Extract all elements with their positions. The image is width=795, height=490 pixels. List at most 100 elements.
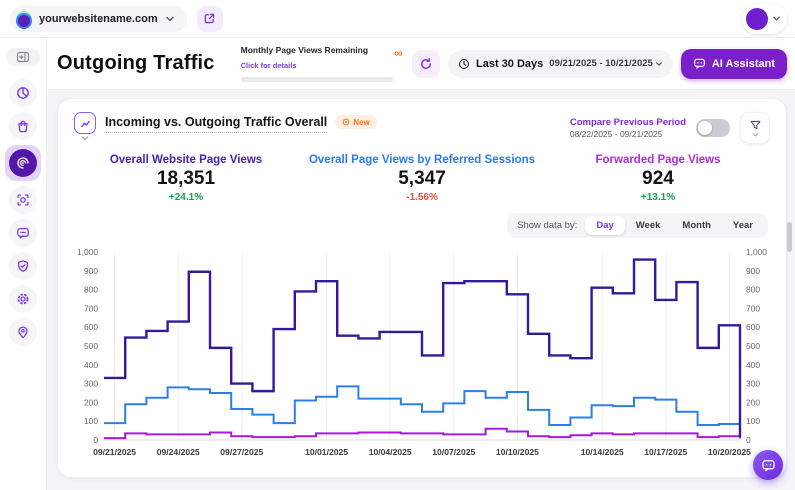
- shield-check-icon: [16, 259, 30, 273]
- sidebar-item-settings[interactable]: [9, 285, 37, 313]
- clock-icon: [458, 58, 470, 70]
- svg-text:400: 400: [746, 360, 760, 370]
- card-title: Incoming vs. Outgoing Traffic Overall: [105, 115, 327, 133]
- metric-value: 18,351: [68, 168, 304, 190]
- show-data-by-switcher: Show data by: Day Week Month Year: [507, 213, 768, 238]
- date-range-picker[interactable]: Last 30 Days 09/21/2025 - 10/21/2025: [448, 50, 673, 78]
- infinity-icon: ∞: [394, 47, 403, 59]
- main-content: Incoming vs. Outgoing Traffic Overall Ne…: [47, 90, 795, 490]
- metrics-row: Overall Website Page Views 18,351 +24.1%…: [58, 148, 786, 211]
- sidebar-item-messages[interactable]: [9, 219, 37, 247]
- location-pin-icon: [16, 325, 30, 339]
- tab-week[interactable]: Week: [625, 216, 672, 235]
- metric-label: Forwarded Page Views: [540, 154, 776, 166]
- svg-text:100: 100: [746, 416, 760, 426]
- sidebar-nav: [0, 38, 47, 490]
- quota-details-link[interactable]: Click for details: [241, 61, 297, 70]
- compare-period-range: 08/22/2025 - 09/21/2025: [570, 129, 686, 139]
- compare-period-label: Compare Previous Period: [570, 117, 686, 128]
- funnel-icon: [749, 119, 762, 132]
- scrollbar-thumb[interactable]: [787, 222, 792, 252]
- chat-fab-button[interactable]: [753, 450, 783, 480]
- metric-label: Overall Website Page Views: [68, 154, 304, 166]
- svg-text:300: 300: [746, 379, 760, 389]
- sidebar-item-store[interactable]: [9, 112, 37, 140]
- metric-forwarded-page-views: Forwarded Page Views 924 +13.1%: [540, 154, 776, 203]
- metric-value: 5,347: [304, 168, 540, 190]
- new-badge-label: New: [353, 118, 369, 127]
- svg-text:10/20/2025: 10/20/2025: [708, 447, 751, 457]
- metric-value: 924: [540, 168, 776, 190]
- svg-text:500: 500: [746, 341, 760, 351]
- chat-bubble-icon: [16, 226, 30, 240]
- avatar: [746, 8, 768, 30]
- metric-delta: +24.1%: [68, 192, 304, 203]
- chevron-down-icon: [752, 133, 759, 137]
- compare-period-toggle[interactable]: [696, 119, 730, 137]
- shopping-bag-icon: [16, 119, 30, 133]
- traffic-overview-card: Incoming vs. Outgoing Traffic Overall Ne…: [57, 98, 787, 478]
- quota-widget: Monthly Page Views Remaining ∞ Click for…: [241, 45, 403, 82]
- metric-delta: +13.1%: [540, 192, 776, 203]
- chat-icon: [761, 458, 776, 473]
- svg-text:10/01/2025: 10/01/2025: [305, 447, 348, 457]
- svg-text:800: 800: [746, 285, 760, 295]
- svg-text:900: 900: [84, 266, 98, 276]
- chart-filter-button[interactable]: [740, 112, 770, 144]
- panel-expand-icon: [16, 50, 30, 64]
- chart-card-icon: [74, 112, 96, 134]
- svg-text:400: 400: [84, 360, 98, 370]
- new-badge: New: [335, 115, 376, 129]
- open-website-button[interactable]: [197, 6, 223, 32]
- svg-text:200: 200: [84, 397, 98, 407]
- website-domain: yourwebsitename.com: [39, 13, 158, 25]
- top-bar: yourwebsitename.com: [0, 0, 795, 38]
- svg-text:700: 700: [746, 303, 760, 313]
- page-title: Outgoing Traffic: [57, 52, 215, 75]
- svg-text:10/17/2025: 10/17/2025: [644, 447, 687, 457]
- outgoing-traffic-icon: [9, 149, 37, 177]
- svg-text:700: 700: [84, 303, 98, 313]
- svg-text:10/10/2025: 10/10/2025: [496, 447, 539, 457]
- chevron-down-icon: [81, 136, 89, 141]
- svg-text:10/07/2025: 10/07/2025: [432, 447, 475, 457]
- traffic-chart[interactable]: 09/21/202509/24/202509/27/202510/01/2025…: [64, 242, 780, 472]
- svg-text:1,000: 1,000: [77, 247, 98, 257]
- sidebar-item-tracking[interactable]: [9, 186, 37, 214]
- svg-text:0: 0: [746, 435, 751, 445]
- svg-text:100: 100: [84, 416, 98, 426]
- svg-text:500: 500: [84, 341, 98, 351]
- chat-icon: [693, 57, 706, 70]
- tab-month[interactable]: Month: [671, 216, 722, 235]
- metric-website-page-views: Overall Website Page Views 18,351 +24.1%: [68, 154, 304, 203]
- user-menu[interactable]: [742, 4, 787, 34]
- metric-delta: -1.56%: [304, 192, 540, 203]
- svg-text:600: 600: [746, 322, 760, 332]
- sidebar-item-locations[interactable]: [9, 318, 37, 346]
- svg-text:0: 0: [93, 435, 98, 445]
- svg-text:600: 600: [84, 322, 98, 332]
- date-range-text: 09/21/2025 - 10/21/2025: [549, 58, 653, 69]
- svg-text:10/14/2025: 10/14/2025: [581, 447, 624, 457]
- sidebar-toggle-button[interactable]: [6, 48, 40, 66]
- svg-text:09/27/2025: 09/27/2025: [220, 447, 263, 457]
- ai-assistant-button[interactable]: AI Assistant: [681, 49, 787, 79]
- chevron-down-icon: [165, 14, 175, 24]
- sidebar-item-analytics[interactable]: [9, 79, 37, 107]
- toggle-knob: [698, 121, 712, 135]
- tab-year[interactable]: Year: [722, 216, 764, 235]
- tab-day[interactable]: Day: [585, 216, 624, 235]
- metric-label: Overall Page Views by Referred Sessions: [304, 154, 540, 166]
- svg-text:900: 900: [746, 266, 760, 276]
- gear-icon: [16, 292, 30, 306]
- external-link-icon: [203, 12, 216, 25]
- svg-text:300: 300: [84, 379, 98, 389]
- chevron-down-icon: [655, 60, 663, 68]
- refresh-button[interactable]: [412, 50, 440, 78]
- website-selector[interactable]: yourwebsitename.com: [10, 6, 187, 32]
- date-range-value: 09/21/2025 - 10/21/2025: [549, 58, 663, 69]
- sidebar-item-security[interactable]: [9, 252, 37, 280]
- sidebar-item-outgoing-traffic[interactable]: [5, 145, 41, 181]
- page-header: Outgoing Traffic Monthly Page Views Rema…: [47, 38, 795, 90]
- svg-text:1,000: 1,000: [746, 247, 767, 257]
